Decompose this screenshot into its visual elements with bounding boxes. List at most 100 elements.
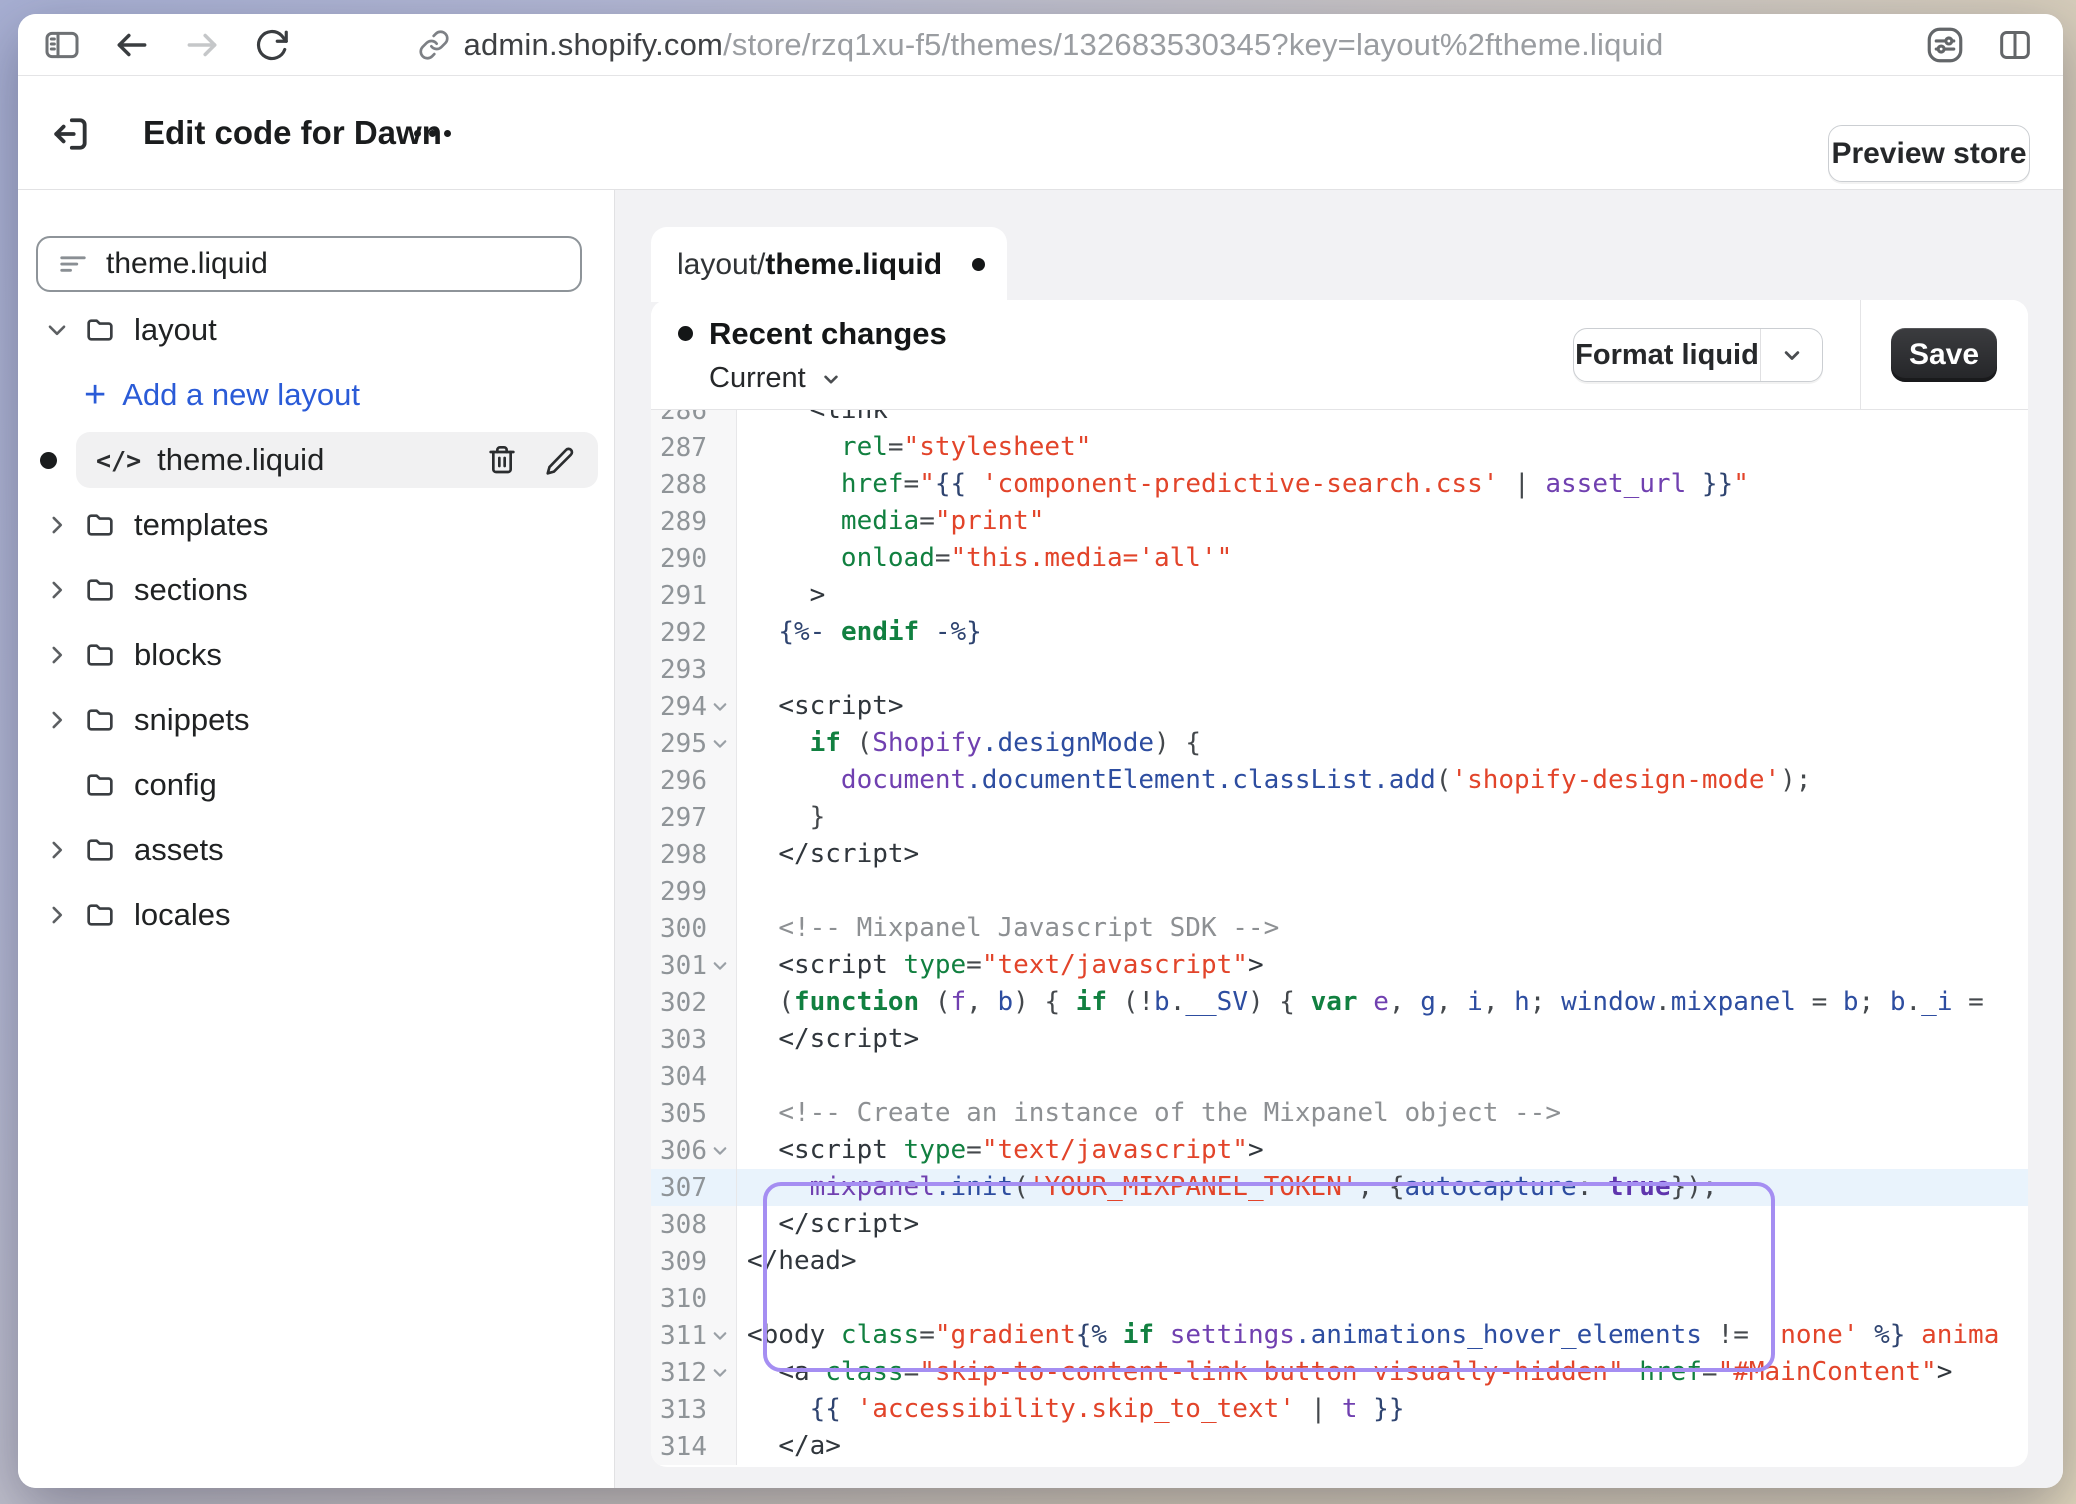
- chevron-right-icon[interactable]: [44, 707, 70, 733]
- code-text[interactable]: if (Shopify.designMode) {: [737, 725, 2028, 762]
- sidebar-toggle-icon[interactable]: [40, 23, 84, 67]
- code-line-310[interactable]: 310: [651, 1280, 2028, 1317]
- code-text[interactable]: <body class="gradient{% if settings.anim…: [737, 1317, 2028, 1354]
- code-text[interactable]: (function (f, b) { if (!b.__SV) { var e,…: [737, 984, 2028, 1021]
- code-text[interactable]: {{ 'accessibility.skip_to_text' | t }}: [737, 1391, 2028, 1428]
- code-text[interactable]: document.documentElement.classList.add('…: [737, 762, 2028, 799]
- code-text[interactable]: mixpanel.init('YOUR_MIXPANEL_TOKEN', {au…: [737, 1169, 2028, 1206]
- code-text[interactable]: >: [737, 577, 2028, 614]
- code-line-312[interactable]: 312 <a class="skip-to-content-link butto…: [651, 1354, 2028, 1391]
- fold-chevron-icon[interactable]: [707, 688, 733, 725]
- code-text[interactable]: <!-- Mixpanel Javascript SDK -->: [737, 910, 2028, 947]
- more-menu-icon[interactable]: [414, 76, 451, 190]
- code-line-311[interactable]: 311<body class="gradient{% if settings.a…: [651, 1317, 2028, 1354]
- code-line-288[interactable]: 288 href="{{ 'component-predictive-searc…: [651, 466, 2028, 503]
- save-button[interactable]: Save: [1891, 328, 1997, 382]
- fold-chevron-icon[interactable]: [707, 725, 733, 762]
- sidebar-item-blocks[interactable]: blocks: [18, 627, 615, 683]
- code-line-289[interactable]: 289 media="print": [651, 503, 2028, 540]
- rename-file-icon[interactable]: [544, 444, 576, 476]
- code-line-293[interactable]: 293: [651, 651, 2028, 688]
- exit-icon[interactable]: [40, 104, 100, 164]
- code-line-307[interactable]: 307 mixpanel.init('YOUR_MIXPANEL_TOKEN',…: [651, 1169, 2028, 1206]
- code-line-295[interactable]: 295 if (Shopify.designMode) {: [651, 725, 2028, 762]
- code-line-299[interactable]: 299: [651, 873, 2028, 910]
- code-text[interactable]: rel="stylesheet": [737, 429, 2028, 466]
- chevron-right-icon[interactable]: [44, 837, 70, 863]
- code-text[interactable]: </script>: [737, 1021, 2028, 1058]
- code-text[interactable]: [737, 1280, 2028, 1317]
- delete-file-icon[interactable]: [486, 444, 518, 476]
- code-line-296[interactable]: 296 document.documentElement.classList.a…: [651, 762, 2028, 799]
- code-text[interactable]: <script type="text/javascript">: [737, 1132, 2028, 1169]
- code-line-294[interactable]: 294 <script>: [651, 688, 2028, 725]
- code-text[interactable]: [737, 651, 2028, 688]
- code-text[interactable]: <script type="text/javascript">: [737, 947, 2028, 984]
- forward-icon[interactable]: [180, 23, 224, 67]
- code-text[interactable]: onload="this.media='all'": [737, 540, 2028, 577]
- code-line-287[interactable]: 287 rel="stylesheet": [651, 429, 2028, 466]
- code-line-306[interactable]: 306 <script type="text/javascript">: [651, 1132, 2028, 1169]
- file-search[interactable]: [36, 236, 582, 292]
- code-line-308[interactable]: 308 </script>: [651, 1206, 2028, 1243]
- code-line-314[interactable]: 314 </a>: [651, 1428, 2028, 1465]
- code-text[interactable]: {%- endif -%}: [737, 614, 2028, 651]
- code-line-301[interactable]: 301 <script type="text/javascript">: [651, 947, 2028, 984]
- chevron-right-icon[interactable]: [44, 512, 70, 538]
- code-text[interactable]: [737, 1058, 2028, 1095]
- chevron-right-icon[interactable]: [44, 902, 70, 928]
- code-text[interactable]: </head>: [737, 1243, 2028, 1280]
- sidebar-item-sections[interactable]: sections: [18, 562, 615, 618]
- sidebar-item-config[interactable]: config: [18, 757, 615, 813]
- code-line-302[interactable]: 302 (function (f, b) { if (!b.__SV) { va…: [651, 984, 2028, 1021]
- code-line-291[interactable]: 291 >: [651, 577, 2028, 614]
- fold-chevron-icon[interactable]: [707, 1317, 733, 1354]
- sidebar-item-theme-liquid[interactable]: </>theme.liquid: [18, 432, 615, 488]
- tab-theme-liquid[interactable]: layout/theme.liquid: [651, 227, 1007, 302]
- sidebar-item-locales[interactable]: locales: [18, 887, 615, 943]
- code-text[interactable]: <script>: [737, 688, 2028, 725]
- code-line-290[interactable]: 290 onload="this.media='all'": [651, 540, 2028, 577]
- url-text[interactable]: admin.shopify.com/store/rzq1xu-f5/themes…: [464, 27, 1664, 63]
- code-editor[interactable]: 286 <link287 rel="stylesheet"288 href="{…: [651, 410, 2028, 1467]
- code-text[interactable]: media="print": [737, 503, 2028, 540]
- fold-chevron-icon[interactable]: [707, 947, 733, 984]
- code-text[interactable]: }: [737, 799, 2028, 836]
- split-view-icon[interactable]: [1993, 23, 2037, 67]
- chevron-right-icon[interactable]: [44, 642, 70, 668]
- code-text[interactable]: </script>: [737, 1206, 2028, 1243]
- sidebar-item-layout[interactable]: layout: [18, 302, 615, 358]
- chevron-down-icon[interactable]: [44, 317, 70, 343]
- format-options-toggle[interactable]: [1760, 329, 1822, 381]
- address-bar[interactable]: admin.shopify.com/store/rzq1xu-f5/themes…: [18, 14, 2063, 76]
- selected-file-row[interactable]: </>theme.liquid: [76, 432, 598, 488]
- code-line-298[interactable]: 298 </script>: [651, 836, 2028, 873]
- back-icon[interactable]: [110, 23, 154, 67]
- reload-icon[interactable]: [250, 23, 294, 67]
- code-line-309[interactable]: 309</head>: [651, 1243, 2028, 1280]
- format-liquid-button[interactable]: Format liquid: [1573, 328, 1823, 382]
- code-line-300[interactable]: 300 <!-- Mixpanel Javascript SDK -->: [651, 910, 2028, 947]
- code-line-303[interactable]: 303 </script>: [651, 1021, 2028, 1058]
- code-line-304[interactable]: 304: [651, 1058, 2028, 1095]
- preview-store-button[interactable]: Preview store: [1828, 125, 2030, 182]
- sidebar-item-add-a-new-layout[interactable]: +Add a new layout: [18, 367, 615, 423]
- code-text[interactable]: <a class="skip-to-content-link button vi…: [737, 1354, 2028, 1391]
- chevron-right-icon[interactable]: [44, 577, 70, 603]
- code-line-305[interactable]: 305 <!-- Create an instance of the Mixpa…: [651, 1095, 2028, 1132]
- code-text[interactable]: [737, 873, 2028, 910]
- code-text[interactable]: </script>: [737, 836, 2028, 873]
- code-line-297[interactable]: 297 }: [651, 799, 2028, 836]
- code-text[interactable]: href="{{ 'component-predictive-search.cs…: [737, 466, 2028, 503]
- sidebar-item-templates[interactable]: templates: [18, 497, 615, 553]
- page-settings-icon[interactable]: [1923, 23, 1967, 67]
- code-text[interactable]: <!-- Create an instance of the Mixpanel …: [737, 1095, 2028, 1132]
- code-text[interactable]: </a>: [737, 1428, 2028, 1465]
- code-line-313[interactable]: 313 {{ 'accessibility.skip_to_text' | t …: [651, 1391, 2028, 1428]
- fold-chevron-icon[interactable]: [707, 1132, 733, 1169]
- code-line-292[interactable]: 292 {%- endif -%}: [651, 614, 2028, 651]
- version-dropdown[interactable]: Current: [709, 362, 844, 395]
- fold-chevron-icon[interactable]: [707, 1354, 733, 1391]
- sidebar-item-assets[interactable]: assets: [18, 822, 615, 878]
- sidebar-item-snippets[interactable]: snippets: [18, 692, 615, 748]
